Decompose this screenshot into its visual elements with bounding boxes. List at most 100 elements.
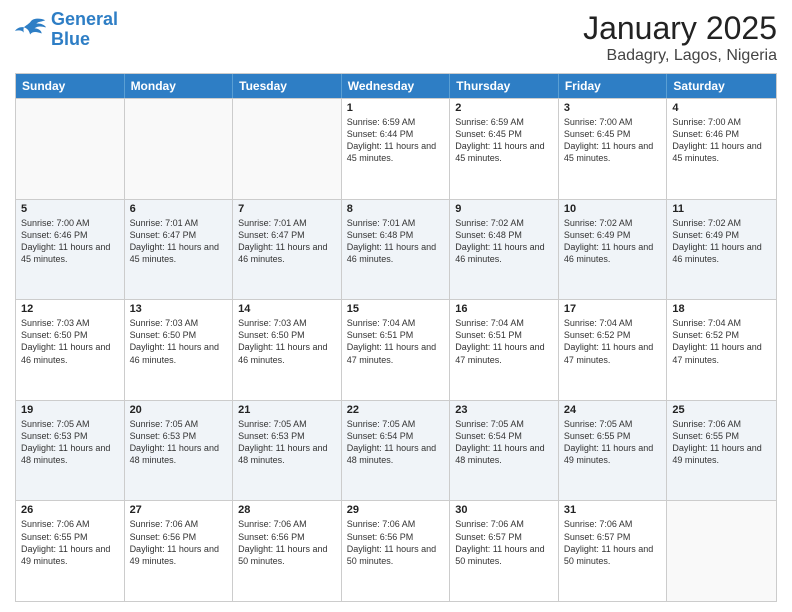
cell-info: Sunrise: 7:00 AM Sunset: 6:45 PM Dayligh… [564, 116, 662, 165]
cell-info: Sunrise: 7:05 AM Sunset: 6:53 PM Dayligh… [130, 418, 228, 467]
cell-info: Sunrise: 7:06 AM Sunset: 6:55 PM Dayligh… [672, 418, 771, 467]
cal-cell-day-3: 3Sunrise: 7:00 AM Sunset: 6:45 PM Daylig… [559, 99, 668, 199]
col-sunday: Sunday [16, 74, 125, 98]
cell-info: Sunrise: 7:06 AM Sunset: 6:56 PM Dayligh… [347, 518, 445, 567]
day-number: 24 [564, 404, 662, 416]
cal-cell-day-17: 17Sunrise: 7:04 AM Sunset: 6:52 PM Dayli… [559, 300, 668, 400]
calendar-week-5: 26 Sunrise: 7:06 AM Sunset: 6:55 PM Dayli… [16, 500, 776, 601]
day-number: 26 [21, 504, 119, 516]
cell-info: Sunrise: 7:04 AM Sunset: 6:51 PM Dayligh… [455, 317, 553, 366]
day-number: 25 [672, 404, 771, 416]
cal-cell-empty [16, 99, 125, 199]
cal-cell-day-14: 14 Sunrise: 7:03 AM Sunset: 6:50 PM Dayli… [233, 300, 342, 400]
logo-line2: Blue [51, 29, 90, 49]
day-number: 8 [347, 203, 445, 215]
cal-cell-day-25: 25 Sunrise: 7:06 AM Sunset: 6:55 PM Dayli… [667, 401, 776, 501]
calendar-header: Sunday Monday Tuesday Wednesday Thursday… [16, 74, 776, 98]
cell-info: Sunrise: 7:05 AM Sunset: 6:54 PM Dayligh… [455, 418, 553, 467]
cal-cell-day-1: 1 Sunrise: 6:59 AM Sunset: 6:44 PM Daylig… [342, 99, 451, 199]
cell-info: Sunrise: 7:05 AM Sunset: 6:53 PM Dayligh… [21, 418, 119, 467]
day-number: 15 [347, 303, 445, 315]
day-number: 30 [455, 504, 553, 516]
logo-text: General Blue [51, 10, 118, 50]
cell-info: Sunrise: 7:05 AM Sunset: 6:53 PM Dayligh… [238, 418, 336, 467]
cal-cell-day-6: 6Sunrise: 7:01 AM Sunset: 6:47 PM Daylig… [125, 200, 234, 300]
day-number: 18 [672, 303, 771, 315]
day-number: 4 [672, 102, 771, 114]
day-number: 17 [564, 303, 662, 315]
col-thursday: Thursday [450, 74, 559, 98]
cell-info: Sunrise: 7:04 AM Sunset: 6:51 PM Dayligh… [347, 317, 445, 366]
cal-cell-day-18: 18 Sunrise: 7:04 AM Sunset: 6:52 PM Dayli… [667, 300, 776, 400]
cal-cell-day-13: 13 Sunrise: 7:03 AM Sunset: 6:50 PM Dayli… [125, 300, 234, 400]
cell-info: Sunrise: 7:06 AM Sunset: 6:57 PM Dayligh… [455, 518, 553, 567]
day-number: 9 [455, 203, 553, 215]
day-number: 1 [347, 102, 445, 114]
day-number: 29 [347, 504, 445, 516]
calendar-week-3: 12 Sunrise: 7:03 AM Sunset: 6:50 PM Dayli… [16, 299, 776, 400]
col-tuesday: Tuesday [233, 74, 342, 98]
day-number: 11 [672, 203, 771, 215]
cell-info: Sunrise: 7:01 AM Sunset: 6:48 PM Dayligh… [347, 217, 445, 266]
day-number: 16 [455, 303, 553, 315]
cell-info: Sunrise: 6:59 AM Sunset: 6:44 PM Dayligh… [347, 116, 445, 165]
cell-info: Sunrise: 7:03 AM Sunset: 6:50 PM Dayligh… [130, 317, 228, 366]
cell-info: Sunrise: 7:05 AM Sunset: 6:54 PM Dayligh… [347, 418, 445, 467]
cal-cell-day-27: 27Sunrise: 7:06 AM Sunset: 6:56 PM Dayli… [125, 501, 234, 601]
cell-info: Sunrise: 7:05 AM Sunset: 6:55 PM Dayligh… [564, 418, 662, 467]
cell-info: Sunrise: 7:06 AM Sunset: 6:57 PM Dayligh… [564, 518, 662, 567]
cal-cell-day-22: 22 Sunrise: 7:05 AM Sunset: 6:54 PM Dayli… [342, 401, 451, 501]
cell-info: Sunrise: 7:02 AM Sunset: 6:49 PM Dayligh… [564, 217, 662, 266]
day-number: 23 [455, 404, 553, 416]
day-number: 5 [21, 203, 119, 215]
day-number: 19 [21, 404, 119, 416]
cell-info: Sunrise: 7:02 AM Sunset: 6:49 PM Dayligh… [672, 217, 771, 266]
day-number: 27 [130, 504, 228, 516]
day-number: 14 [238, 303, 336, 315]
calendar-week-2: 5Sunrise: 7:00 AM Sunset: 6:46 PM Daylig… [16, 199, 776, 300]
cell-info: Sunrise: 7:01 AM Sunset: 6:47 PM Dayligh… [130, 217, 228, 266]
day-number: 31 [564, 504, 662, 516]
cal-cell-day-10: 10 Sunrise: 7:02 AM Sunset: 6:49 PM Dayli… [559, 200, 668, 300]
col-monday: Monday [125, 74, 234, 98]
header: General Blue January 2025 Badagry, Lagos… [15, 10, 777, 65]
day-number: 2 [455, 102, 553, 114]
cal-cell-day-20: 20Sunrise: 7:05 AM Sunset: 6:53 PM Dayli… [125, 401, 234, 501]
cell-info: Sunrise: 6:59 AM Sunset: 6:45 PM Dayligh… [455, 116, 553, 165]
cell-info: Sunrise: 7:04 AM Sunset: 6:52 PM Dayligh… [672, 317, 771, 366]
day-number: 7 [238, 203, 336, 215]
cal-cell-day-5: 5Sunrise: 7:00 AM Sunset: 6:46 PM Daylig… [16, 200, 125, 300]
logo: General Blue [15, 10, 118, 50]
cal-cell-day-7: 7Sunrise: 7:01 AM Sunset: 6:47 PM Daylig… [233, 200, 342, 300]
cal-cell-day-15: 15 Sunrise: 7:04 AM Sunset: 6:51 PM Dayli… [342, 300, 451, 400]
cal-cell-day-2: 2 Sunrise: 6:59 AM Sunset: 6:45 PM Daylig… [450, 99, 559, 199]
cal-cell-empty [233, 99, 342, 199]
day-number: 22 [347, 404, 445, 416]
cell-info: Sunrise: 7:06 AM Sunset: 6:55 PM Dayligh… [21, 518, 119, 567]
cell-info: Sunrise: 7:03 AM Sunset: 6:50 PM Dayligh… [238, 317, 336, 366]
cal-cell-empty [125, 99, 234, 199]
logo-bird-icon [15, 16, 47, 44]
cal-cell-day-31: 31 Sunrise: 7:06 AM Sunset: 6:57 PM Dayli… [559, 501, 668, 601]
location-title: Badagry, Lagos, Nigeria [583, 47, 777, 65]
day-number: 12 [21, 303, 119, 315]
day-number: 28 [238, 504, 336, 516]
cal-cell-day-21: 21Sunrise: 7:05 AM Sunset: 6:53 PM Dayli… [233, 401, 342, 501]
logo-line1: General [51, 9, 118, 29]
cal-cell-day-4: 4 Sunrise: 7:00 AM Sunset: 6:46 PM Daylig… [667, 99, 776, 199]
cell-info: Sunrise: 7:06 AM Sunset: 6:56 PM Dayligh… [238, 518, 336, 567]
title-block: January 2025 Badagry, Lagos, Nigeria [583, 10, 777, 65]
calendar-week-4: 19 Sunrise: 7:05 AM Sunset: 6:53 PM Dayli… [16, 400, 776, 501]
day-number: 13 [130, 303, 228, 315]
cal-cell-day-11: 11 Sunrise: 7:02 AM Sunset: 6:49 PM Dayli… [667, 200, 776, 300]
cell-info: Sunrise: 7:03 AM Sunset: 6:50 PM Dayligh… [21, 317, 119, 366]
calendar: Sunday Monday Tuesday Wednesday Thursday… [15, 73, 777, 602]
cell-info: Sunrise: 7:00 AM Sunset: 6:46 PM Dayligh… [672, 116, 771, 165]
month-title: January 2025 [583, 10, 777, 47]
cal-cell-day-19: 19 Sunrise: 7:05 AM Sunset: 6:53 PM Dayli… [16, 401, 125, 501]
day-number: 10 [564, 203, 662, 215]
cal-cell-empty [667, 501, 776, 601]
cal-cell-day-9: 9Sunrise: 7:02 AM Sunset: 6:48 PM Daylig… [450, 200, 559, 300]
cal-cell-day-28: 28 Sunrise: 7:06 AM Sunset: 6:56 PM Dayli… [233, 501, 342, 601]
cal-cell-day-16: 16 Sunrise: 7:04 AM Sunset: 6:51 PM Dayli… [450, 300, 559, 400]
